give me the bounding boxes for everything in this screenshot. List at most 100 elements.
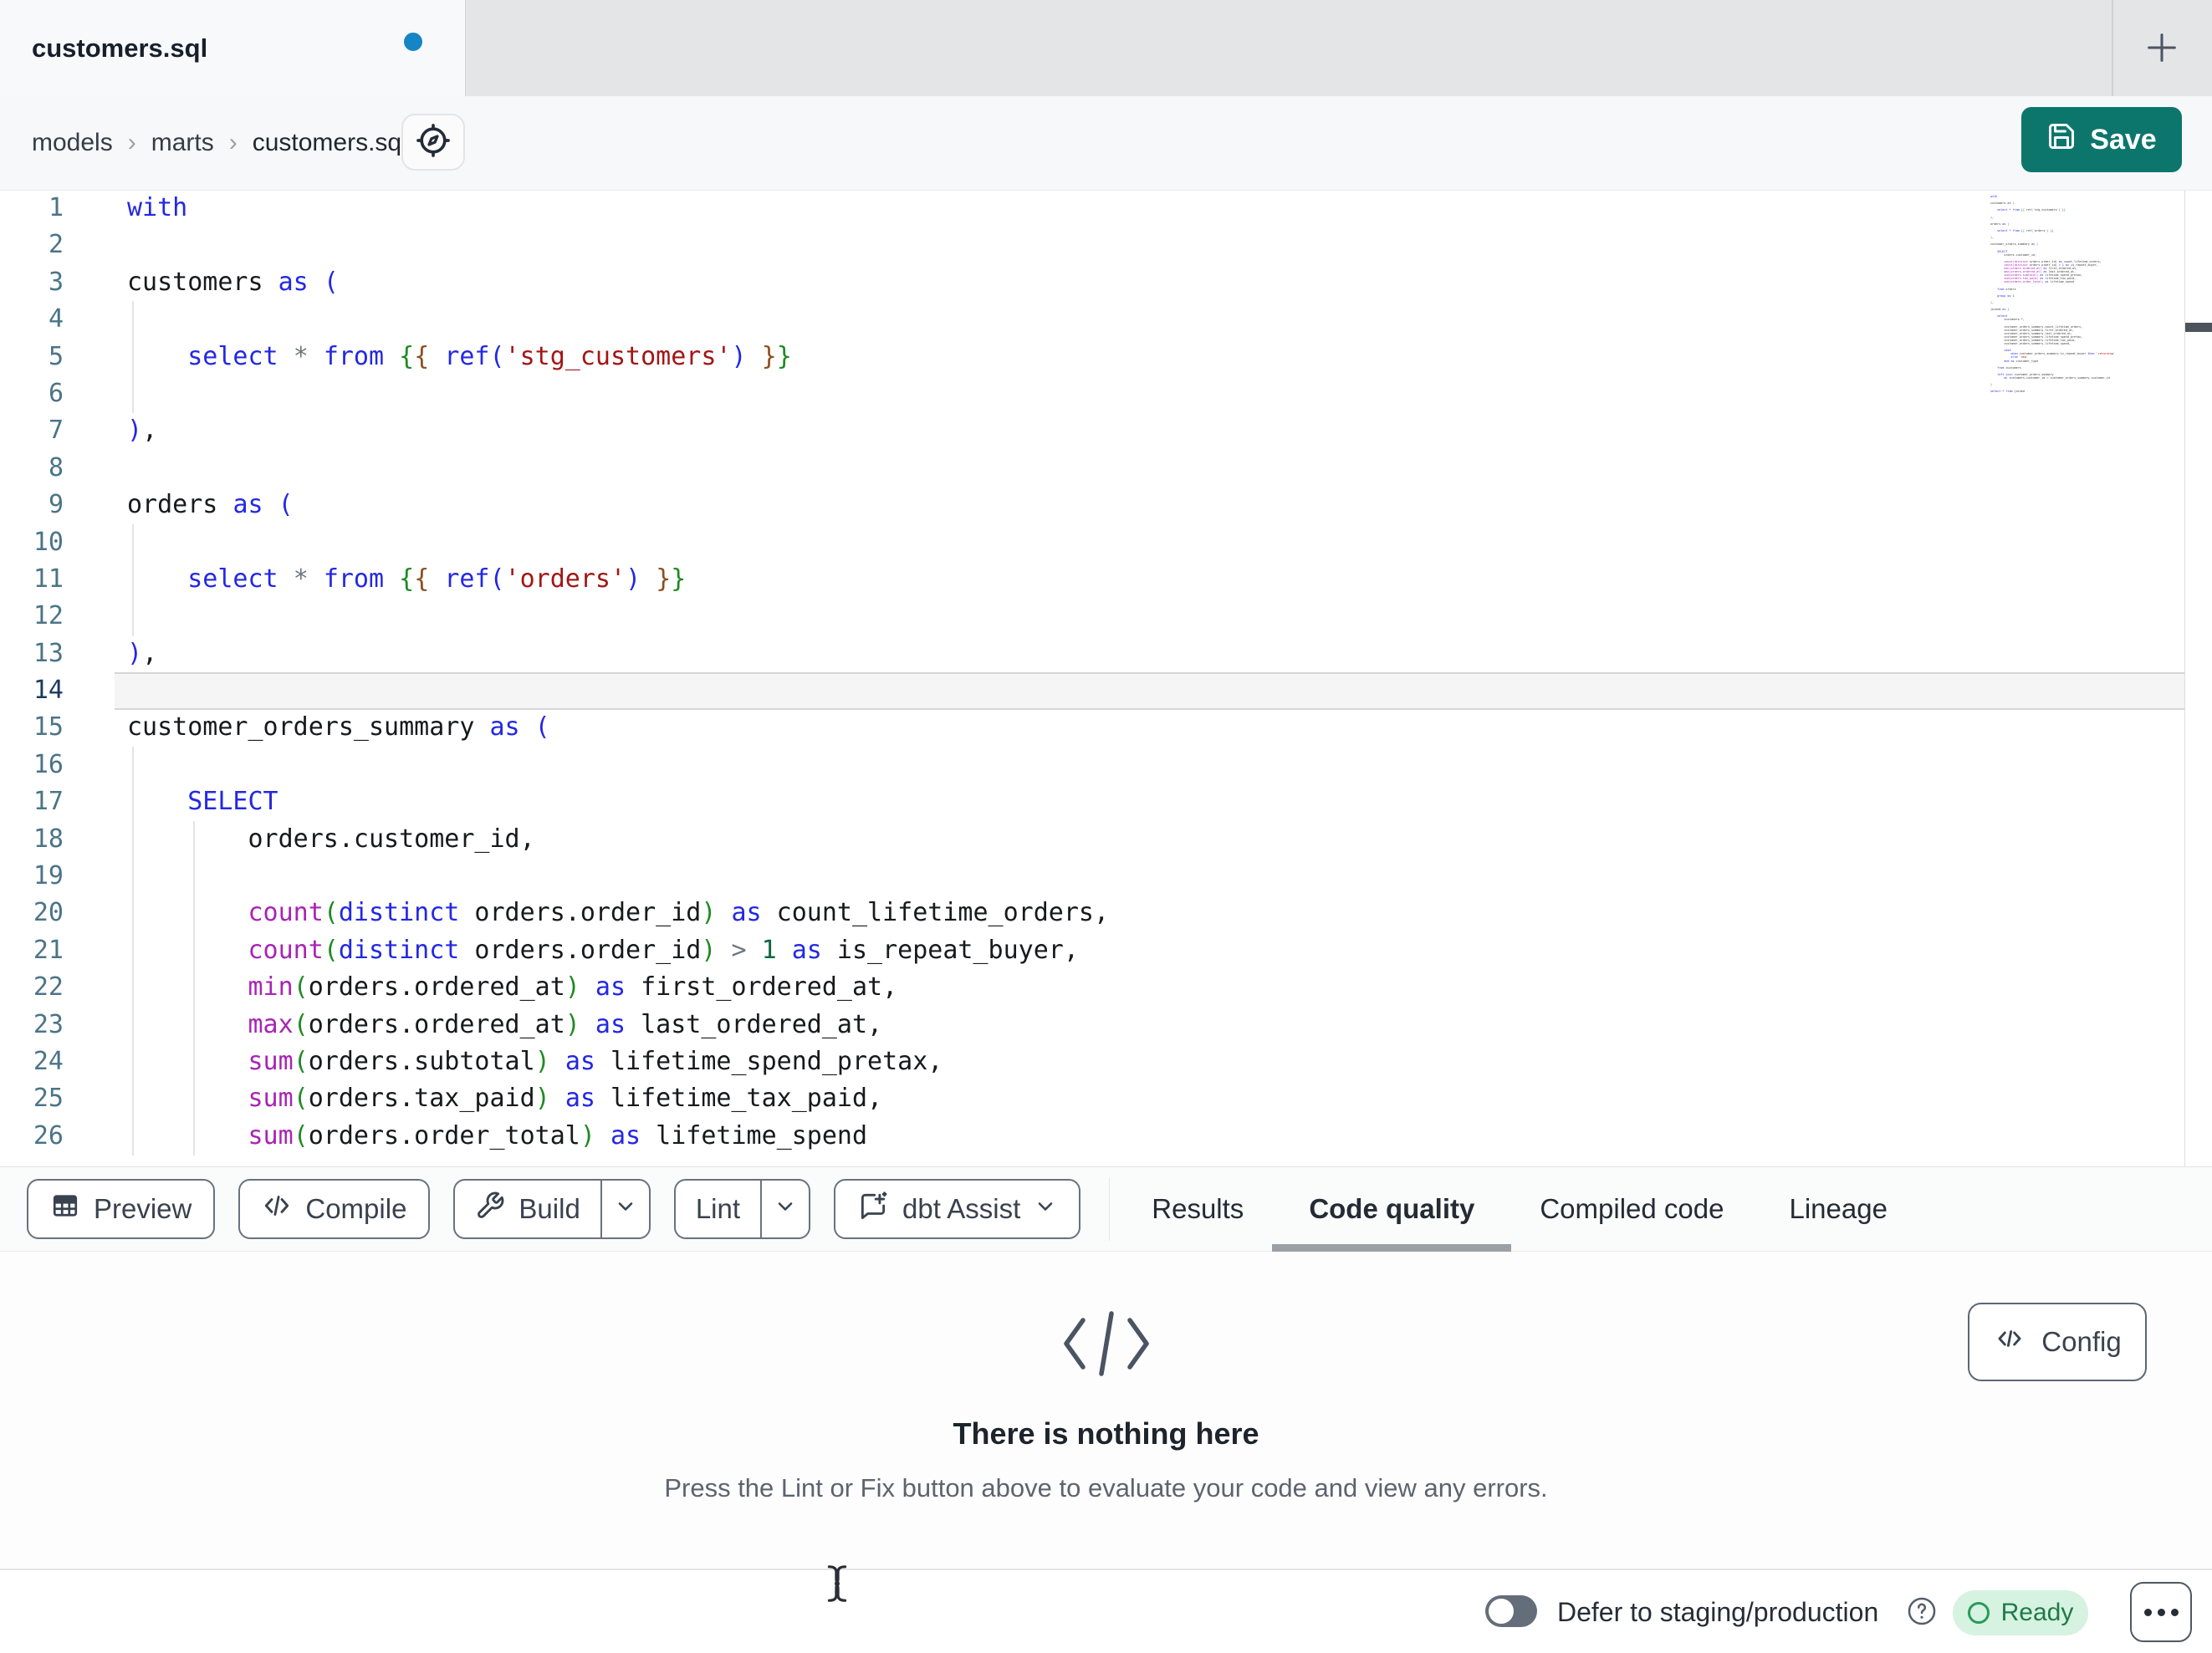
- breadcrumb-item[interactable]: customers.sql: [253, 129, 407, 157]
- file-header-bar: models › marts › customers.sql Save: [0, 96, 2212, 191]
- line-number: 6: [48, 378, 64, 408]
- code-line[interactable]: [127, 858, 1986, 895]
- line-number: 16: [33, 749, 64, 779]
- code-line[interactable]: sum(orders.tax_paid) as lifetime_tax_pai…: [127, 1080, 1986, 1117]
- line-number: 10: [33, 527, 64, 557]
- tab-customers-sql[interactable]: customers.sql: [0, 0, 466, 96]
- results-panel: There is nothing here Press the Lint or …: [0, 1252, 2212, 1569]
- code-line[interactable]: count(distinct orders.order_id) as count…: [127, 895, 1986, 931]
- line-number: 17: [33, 787, 64, 817]
- panel-tab-compiled-code[interactable]: Compiled code: [1540, 1166, 1724, 1252]
- line-number: 21: [33, 935, 64, 965]
- code-pane[interactable]: with customers as ( select * from {{ ref(…: [127, 191, 1986, 1155]
- table-icon: [50, 1191, 80, 1227]
- code-icon: [262, 1191, 292, 1227]
- code-line[interactable]: [127, 450, 1986, 487]
- toggle-knob: [1489, 1599, 1514, 1624]
- text-cursor-pointer: [823, 1562, 851, 1610]
- line-number: 2: [48, 230, 64, 260]
- line-number: 7: [48, 416, 64, 446]
- code-line[interactable]: sum(orders.order_total) as lifetime_spen…: [127, 1118, 1986, 1155]
- ide-status-badge[interactable]: Ready: [1953, 1590, 2088, 1635]
- status-ring-icon: [1967, 1602, 1990, 1624]
- ellipsis-icon: [2143, 1608, 2152, 1616]
- line-number: 11: [33, 564, 64, 594]
- line-number: 13: [33, 638, 64, 668]
- chat-sparkle-icon: [857, 1190, 889, 1228]
- code-line[interactable]: [127, 747, 1986, 783]
- preview-label: Preview: [94, 1193, 192, 1224]
- panel-tab-results[interactable]: Results: [1152, 1166, 1244, 1252]
- scrollbar-thumb[interactable]: [2185, 323, 2212, 332]
- lint-label: Lint: [695, 1193, 741, 1224]
- config-button[interactable]: Config: [1968, 1303, 2147, 1381]
- lint-button[interactable]: Lint: [676, 1181, 760, 1237]
- code-line[interactable]: with: [127, 191, 1986, 227]
- line-number: 8: [48, 452, 64, 482]
- config-label: Config: [2041, 1326, 2122, 1357]
- code-line[interactable]: [127, 598, 1986, 635]
- explore-lineage-button[interactable]: [401, 114, 465, 171]
- code-icon: [1993, 1324, 2026, 1360]
- lint-split-button: Lint: [673, 1179, 811, 1239]
- line-number: 24: [33, 1046, 64, 1076]
- more-options-button[interactable]: [2130, 1582, 2192, 1642]
- status-label: Ready: [2000, 1599, 2074, 1626]
- dbt-assist-button[interactable]: dbt Assist: [834, 1179, 1081, 1239]
- new-tab-button[interactable]: [2141, 28, 2183, 70]
- panel-tab-list: Results Code quality Compiled code Lineage: [1152, 1166, 1888, 1252]
- build-dropdown-button[interactable]: [600, 1181, 649, 1237]
- code-line[interactable]: [127, 375, 1986, 412]
- breadcrumb: models › marts › customers.sql: [32, 96, 407, 190]
- code-editor[interactable]: 1 2 3 4 5 6 7 8 9 10 11 12 13 14 15 16 17 18 19 20 21 22 23 24 2…: [0, 191, 2212, 1166]
- code-line[interactable]: customers as (: [127, 264, 1986, 301]
- code-line[interactable]: orders.customer_id,: [127, 821, 1986, 858]
- code-line[interactable]: orders as (: [127, 487, 1986, 523]
- save-button[interactable]: Save: [2021, 107, 2182, 172]
- compile-button[interactable]: Compile: [238, 1179, 431, 1239]
- breadcrumb-item[interactable]: marts: [151, 129, 214, 157]
- code-line[interactable]: count(distinct orders.order_id) > 1 as i…: [127, 932, 1986, 969]
- chevron-down-icon: [1034, 1193, 1057, 1225]
- unsaved-changes-dot: [404, 33, 422, 51]
- tabbar-divider: [2112, 0, 2113, 96]
- line-number: 3: [48, 267, 64, 297]
- panel-tab-code-quality[interactable]: Code quality: [1272, 1166, 1512, 1252]
- save-icon: [2046, 121, 2077, 159]
- breadcrumb-separator: ›: [127, 129, 136, 156]
- code-line[interactable]: [127, 524, 1986, 561]
- help-icon[interactable]: [1906, 1595, 1938, 1631]
- code-slash-icon: [1056, 1304, 1157, 1388]
- code-line[interactable]: select * from {{ ref('orders') }}: [127, 561, 1986, 598]
- breadcrumb-item[interactable]: models: [32, 129, 113, 157]
- code-line[interactable]: ),: [127, 635, 1986, 672]
- code-line[interactable]: [127, 227, 1986, 263]
- line-number-gutter: 1 2 3 4 5 6 7 8 9 10 11 12 13 14 15 16 17 18 19 20 21 22 23 24 2…: [0, 191, 64, 1155]
- dbt-ide-window: customers.sql models › marts › customers.sql: [0, 0, 2212, 1653]
- chevron-down-icon: [774, 1193, 797, 1225]
- panel-tab-lineage[interactable]: Lineage: [1789, 1166, 1887, 1252]
- code-line[interactable]: sum(orders.subtotal) as lifetime_spend_p…: [127, 1043, 1986, 1080]
- lint-dropdown-button[interactable]: [760, 1181, 809, 1237]
- defer-toggle[interactable]: [1485, 1595, 1537, 1627]
- save-label: Save: [2090, 123, 2157, 156]
- minimap[interactable]: with customers as ( select * from {{ ref…: [1990, 195, 2183, 393]
- build-button[interactable]: Build: [455, 1181, 600, 1237]
- code-line[interactable]: ),: [127, 412, 1986, 449]
- empty-state-description: Press the Lint or Fix button above to ev…: [664, 1473, 1548, 1502]
- code-line[interactable]: customer_orders_summary as (: [127, 709, 1986, 746]
- line-number: 5: [48, 341, 64, 371]
- editor-scrollbar-track: [2184, 191, 2185, 1166]
- code-line[interactable]: min(orders.ordered_at) as first_ordered_…: [127, 969, 1986, 1006]
- plus-icon: [2143, 28, 2181, 71]
- line-number: 22: [33, 972, 64, 1003]
- line-number: 20: [33, 898, 64, 928]
- code-line[interactable]: SELECT: [127, 783, 1986, 820]
- preview-button[interactable]: Preview: [27, 1179, 216, 1239]
- code-line[interactable]: select * from {{ ref('stg_customers') }}: [127, 339, 1986, 375]
- defer-label: Defer to staging/production: [1557, 1597, 1879, 1627]
- code-line[interactable]: [127, 672, 1986, 709]
- code-line[interactable]: [127, 301, 1986, 338]
- code-line[interactable]: max(orders.ordered_at) as last_ordered_a…: [127, 1007, 1986, 1043]
- line-number: 23: [33, 1009, 64, 1039]
